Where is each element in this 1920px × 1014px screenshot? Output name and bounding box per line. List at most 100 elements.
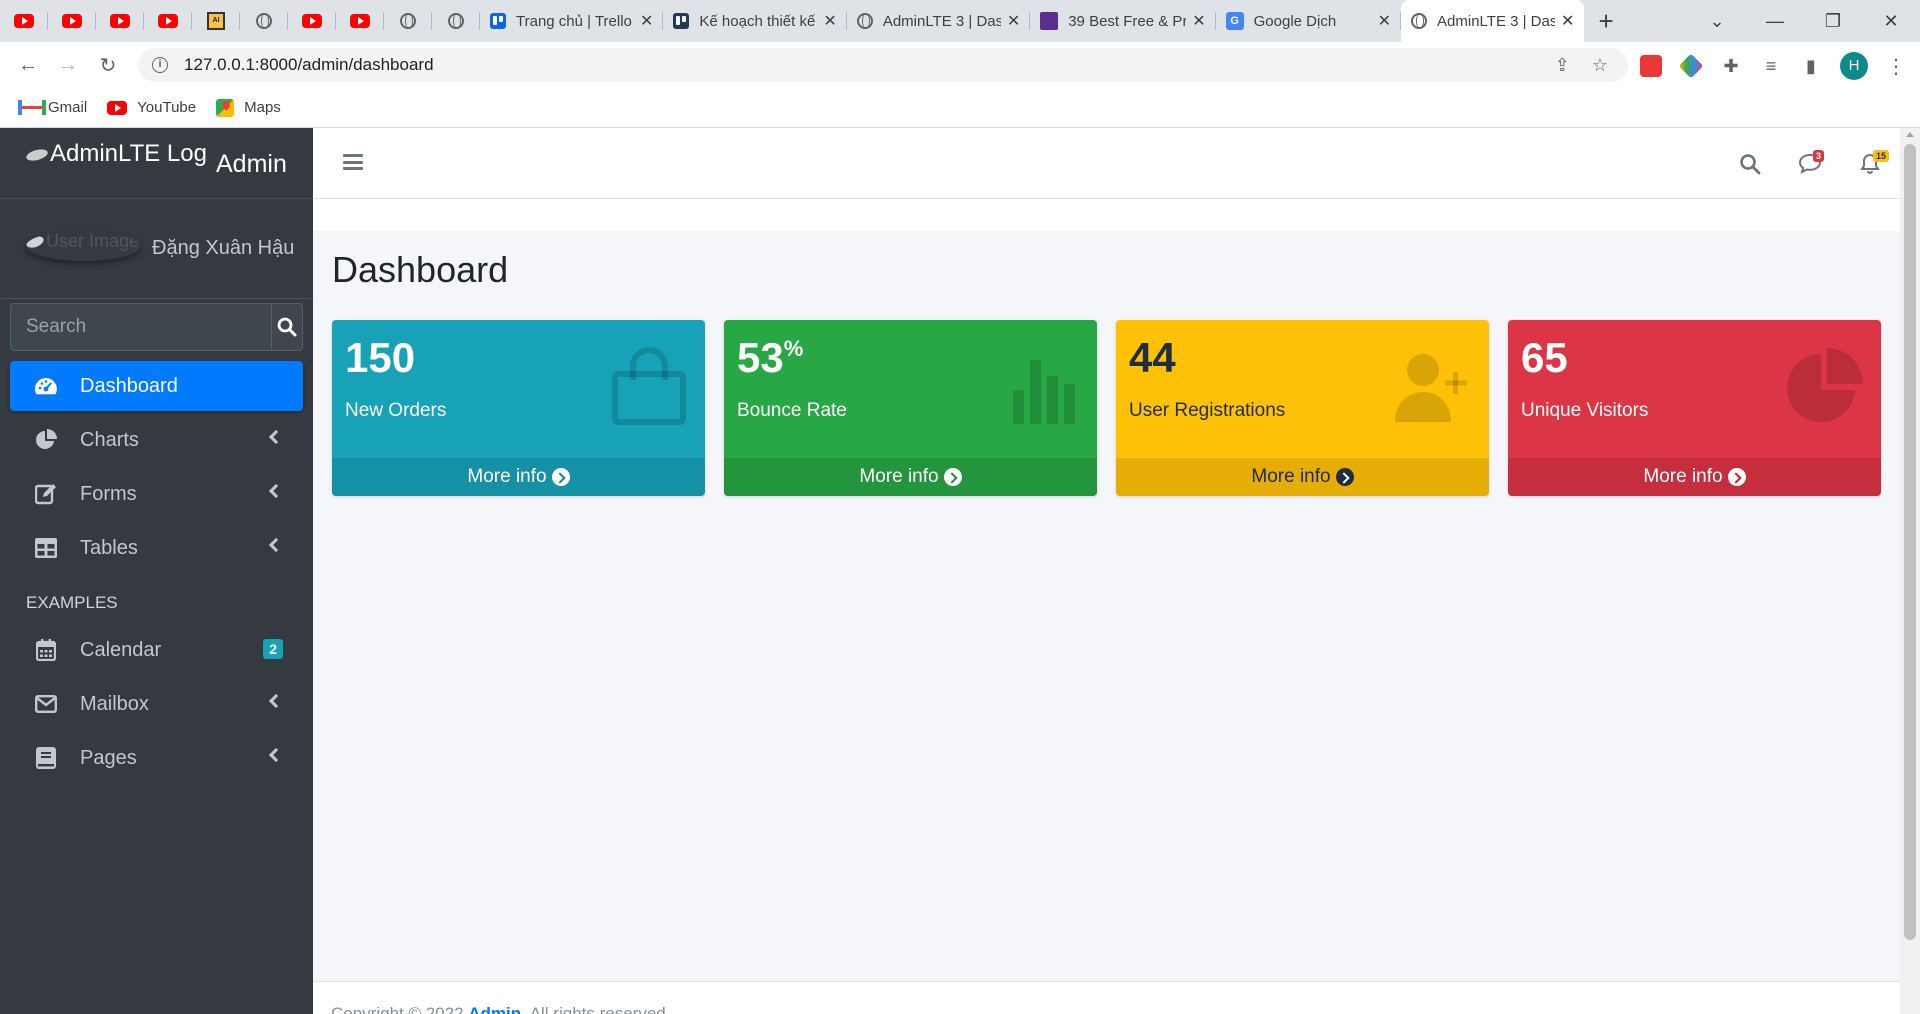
- bookmark-star-icon[interactable]: ☆: [1592, 55, 1608, 76]
- extension-video-icon[interactable]: [1640, 55, 1662, 77]
- browser-tab[interactable]: Kế hoạch thiết kế ✕: [663, 0, 848, 42]
- restore-button[interactable]: ❐: [1804, 11, 1862, 32]
- sidebar-search-button[interactable]: [271, 303, 303, 351]
- chevron-left-icon: [268, 429, 284, 445]
- pinned-tab[interactable]: [384, 0, 432, 42]
- user-name-link[interactable]: Đặng Xuân Hậu: [152, 237, 294, 260]
- extension-colorful-icon[interactable]: [1678, 53, 1704, 79]
- search-icon: [1740, 153, 1761, 174]
- close-tab-icon[interactable]: ✕: [1378, 11, 1391, 31]
- sidebar-item-calendar[interactable]: Calendar 2: [10, 625, 303, 675]
- close-window-button[interactable]: ✕: [1862, 11, 1920, 32]
- close-tab-icon[interactable]: ✕: [1007, 11, 1020, 31]
- profile-avatar[interactable]: H: [1840, 52, 1868, 80]
- navbar-search-button[interactable]: [1720, 128, 1780, 199]
- sidebar-item-mailbox[interactable]: Mailbox: [10, 679, 303, 729]
- tab-search-icon[interactable]: ⌄: [1688, 11, 1746, 32]
- forward-button[interactable]: →: [48, 54, 88, 77]
- person-add-icon: [1393, 346, 1473, 431]
- sidebar-item-forms[interactable]: Forms: [10, 469, 303, 519]
- pinned-tab[interactable]: [48, 0, 96, 42]
- more-info-link[interactable]: More info: [1116, 458, 1489, 496]
- youtube-icon: [158, 14, 178, 28]
- sidebar-search-input[interactable]: [10, 303, 271, 351]
- site-info-icon[interactable]: i: [152, 57, 168, 73]
- chevron-left-icon: [268, 693, 284, 709]
- messages-badge: 3: [1813, 150, 1825, 162]
- globe-icon: [400, 13, 416, 29]
- brand-link[interactable]: AdminLTE Logo Admin: [0, 128, 313, 199]
- globe-icon: [448, 13, 464, 29]
- close-tab-icon[interactable]: ✕: [1561, 11, 1574, 31]
- new-tab-button[interactable]: +: [1598, 6, 1613, 37]
- sidebar-item-charts[interactable]: Charts: [10, 415, 303, 465]
- url-text[interactable]: 127.0.0.1:8000/admin/dashboard: [184, 55, 434, 75]
- close-tab-icon[interactable]: ✕: [640, 11, 653, 31]
- small-box-value: 65: [1521, 334, 1568, 381]
- small-box-label: User Registrations: [1129, 400, 1286, 421]
- sidebar-item-label: Dashboard: [80, 374, 178, 397]
- scroll-up-arrow-icon[interactable]: [1906, 132, 1914, 137]
- browser-menu-icon[interactable]: ⋮: [1886, 54, 1906, 79]
- sidebar-item-dashboard[interactable]: Dashboard: [10, 361, 303, 411]
- main-sidebar: AdminLTE Logo Admin User Image Đặng Xuân…: [0, 128, 313, 1014]
- pinned-tab[interactable]: [432, 0, 480, 42]
- main-footer: Copyright © 2022 Admin. All rights reser…: [313, 981, 1900, 1014]
- minimize-button[interactable]: —: [1746, 11, 1804, 32]
- sidebar-item-label: Calendar: [80, 638, 162, 661]
- share-icon[interactable]: ⇪: [1555, 55, 1570, 76]
- browser-tab[interactable]: G Google Dịch ✕: [1216, 0, 1402, 42]
- bookmark-label: YouTube: [137, 99, 197, 116]
- media-control-icon[interactable]: ≡: [1760, 55, 1782, 77]
- back-button[interactable]: ←: [8, 54, 48, 77]
- pie-graph-icon: [1785, 346, 1865, 431]
- address-bar[interactable]: i 127.0.0.1:8000/admin/dashboard ⇪ ☆: [138, 48, 1628, 82]
- globe-icon: [256, 13, 272, 29]
- chevron-left-icon: [268, 483, 284, 499]
- browser-tab-active[interactable]: AdminLTE 3 | Dashboard ✕: [1401, 0, 1585, 42]
- close-tab-icon[interactable]: ✕: [823, 11, 836, 31]
- page-scrollbar[interactable]: [1900, 128, 1920, 1014]
- small-box-value: 53%: [737, 334, 804, 381]
- notifications-dropdown[interactable]: 15: [1840, 128, 1900, 199]
- bookmark-youtube[interactable]: YouTube: [107, 99, 196, 116]
- pinned-tab[interactable]: [240, 0, 288, 42]
- bookmark-maps[interactable]: Maps: [216, 98, 281, 117]
- bookmark-gmail[interactable]: Gmail: [18, 99, 87, 116]
- more-info-link[interactable]: More info: [1508, 458, 1881, 496]
- browser-tab[interactable]: Trang chủ | Trello ✕: [480, 0, 664, 42]
- pinned-tab[interactable]: [336, 0, 384, 42]
- extensions-puzzle-icon[interactable]: ✚: [1720, 55, 1742, 77]
- sidebar-item-label: Mailbox: [80, 692, 149, 715]
- pinned-tab[interactable]: [144, 0, 192, 42]
- youtube-icon: [110, 14, 130, 28]
- edit-icon: [34, 482, 58, 506]
- messages-dropdown[interactable]: 3: [1780, 128, 1840, 199]
- browser-tab[interactable]: 39 Best Free & Premium ✕: [1030, 0, 1217, 42]
- more-info-link[interactable]: More info: [724, 458, 1097, 496]
- small-box-user-registrations: 44 User Registrations More info: [1116, 320, 1489, 496]
- browser-tab[interactable]: AdminLTE 3 | Dashboard ✕: [847, 0, 1031, 42]
- pinned-tab[interactable]: [288, 0, 336, 42]
- pinned-tab[interactable]: [96, 0, 144, 42]
- sidebar-item-tables[interactable]: Tables: [10, 523, 303, 573]
- scrollbar-thumb[interactable]: [1904, 144, 1916, 940]
- youtube-icon: [302, 14, 322, 28]
- arrow-circle-right-icon: [1335, 468, 1354, 486]
- chevron-left-icon: [268, 537, 284, 553]
- menu-toggle-icon[interactable]: [343, 154, 363, 170]
- reload-button[interactable]: ↻: [88, 53, 128, 78]
- content-header-strip: [313, 199, 1900, 231]
- calendar-badge: 2: [263, 639, 283, 659]
- close-tab-icon[interactable]: ✕: [1192, 11, 1205, 31]
- nav-header-examples: EXAMPLES: [26, 593, 118, 612]
- sidebar-item-pages[interactable]: Pages: [10, 733, 303, 783]
- side-panel-icon[interactable]: ▮: [1800, 55, 1822, 77]
- notifications-badge: 15: [1873, 150, 1890, 162]
- more-info-link[interactable]: More info: [332, 458, 705, 496]
- gmail-icon: [18, 100, 46, 115]
- footer-admin-link[interactable]: Admin.: [468, 1004, 526, 1014]
- pinned-tab[interactable]: [0, 0, 48, 42]
- pinned-tab[interactable]: AI: [192, 0, 240, 42]
- sidebar-item-label: Tables: [80, 536, 138, 559]
